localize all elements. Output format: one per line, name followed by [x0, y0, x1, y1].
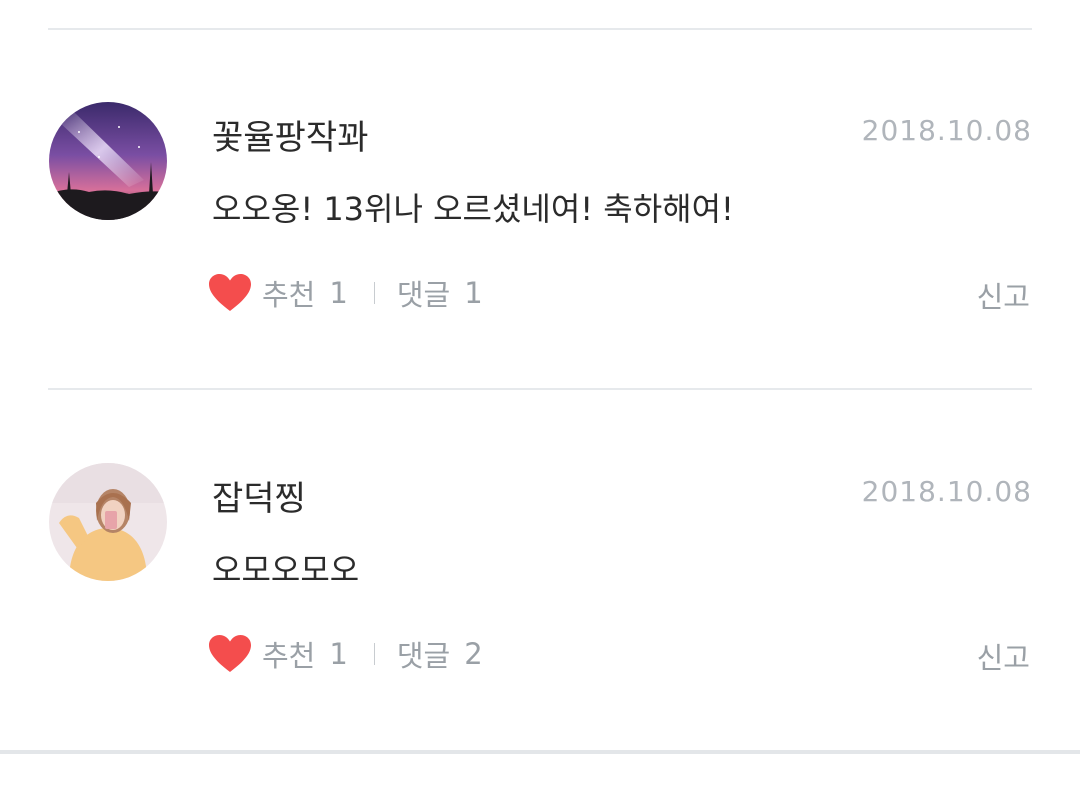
galaxy-avatar-icon — [49, 102, 167, 220]
comment-date: 2018.10.08 — [861, 114, 1032, 147]
reply-count: 2 — [464, 637, 483, 671]
bottom-divider — [0, 750, 1080, 754]
comment-item: 꽃율팡작꽈 2018.10.08 오오옹! 13위나 오르셨네여! 축하해여! … — [0, 30, 1080, 390]
like-label[interactable]: 추천 — [262, 633, 315, 675]
user-avatar[interactable] — [49, 463, 167, 581]
comment-actions: 추천 1 댓글 2 — [208, 631, 483, 677]
comment-author[interactable]: 꽃율팡작꽈 — [212, 110, 368, 159]
like-count: 1 — [329, 637, 348, 671]
report-button[interactable]: 신고 — [977, 635, 1030, 677]
comment-item: 잡덕찡 2018.10.08 오모오모오 추천 1 댓글 2 신고 — [0, 391, 1080, 751]
heart-icon[interactable] — [208, 634, 252, 674]
comment-date: 2018.10.08 — [861, 475, 1032, 508]
comment-text: 오오옹! 13위나 오르셨네여! 축하해여! — [212, 190, 734, 228]
like-count: 1 — [329, 276, 348, 310]
user-avatar[interactable] — [49, 102, 167, 220]
comment-text: 오모오모오 — [212, 551, 360, 589]
person-avatar-icon — [49, 463, 167, 581]
reply-label[interactable]: 댓글 — [397, 633, 450, 675]
comment-divider — [48, 388, 1032, 390]
reply-count: 1 — [464, 276, 483, 310]
reply-label[interactable]: 댓글 — [397, 272, 450, 314]
action-separator — [373, 282, 375, 304]
report-button[interactable]: 신고 — [977, 274, 1030, 316]
like-label[interactable]: 추천 — [262, 272, 315, 314]
action-separator — [373, 643, 375, 665]
comment-actions: 추천 1 댓글 1 — [208, 270, 483, 316]
heart-icon[interactable] — [208, 273, 252, 313]
comment-author[interactable]: 잡덕찡 — [212, 471, 306, 520]
